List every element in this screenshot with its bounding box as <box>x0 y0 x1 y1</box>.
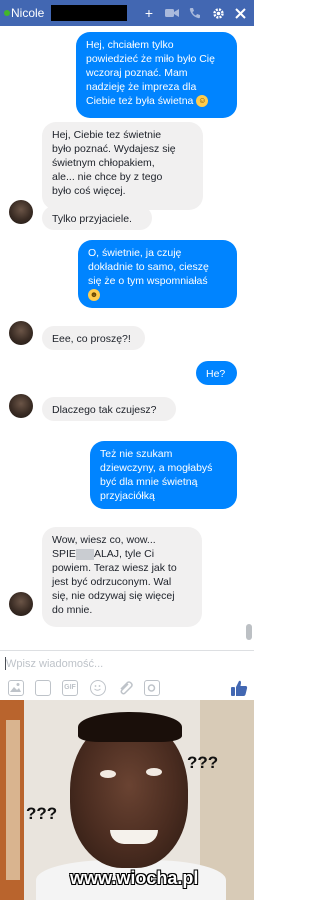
message-input[interactable]: Wpisz wiadomość... <box>6 658 103 670</box>
plus-icon[interactable]: + <box>141 4 157 22</box>
message-bubble-outgoing: Też nie szukam dziewczyny, a mogłabyś by… <box>90 441 237 509</box>
meme-smile <box>110 830 158 844</box>
meme-question-marks-left: ??? <box>26 804 58 823</box>
sticker-icon[interactable] <box>35 680 51 696</box>
message-list[interactable]: Hej, chciałem tylko powiedzieć że miło b… <box>0 26 254 650</box>
smile-emoji-icon: ☺ <box>196 95 209 108</box>
contact-name[interactable]: Nicole <box>11 6 44 20</box>
message-bubble-outgoing: O, świetnie, ja czuję dokładnie to samo,… <box>78 240 237 308</box>
message-input-bar[interactable]: Wpisz wiadomość... <box>0 650 254 678</box>
message-text: Eee, co proszę?! <box>52 333 131 345</box>
thumbs-up-icon[interactable] <box>230 679 248 697</box>
gear-icon[interactable] <box>210 4 226 22</box>
message-text: Dlaczego tak czujesz? <box>52 404 157 416</box>
censored-block <box>75 548 94 560</box>
message-bubble-incoming: Tylko przyjaciele. <box>42 206 152 230</box>
meme-eye <box>100 770 116 778</box>
chat-header: Nicole + <box>0 0 254 26</box>
redacted-surname <box>51 5 127 21</box>
meme-question-marks-right: ??? <box>187 753 219 772</box>
message-bubble-incoming: Dlaczego tak czujesz? <box>42 397 176 421</box>
phone-icon[interactable] <box>187 4 203 22</box>
composer-toolbar: GIF <box>0 678 254 700</box>
video-icon[interactable] <box>164 4 180 22</box>
message-text: Tylko przyjaciele. <box>52 213 132 225</box>
message-text: Też nie szukam dziewczyny, a mogłabyś by… <box>100 448 213 502</box>
message-text: O, świetnie, ja czuję dokładnie to samo,… <box>88 247 209 287</box>
meme-hair <box>78 712 182 742</box>
message-text: Hej, Ciebie tez świetnie było poznać. Wy… <box>52 129 176 197</box>
avatar[interactable] <box>9 394 33 418</box>
gif-icon[interactable]: GIF <box>62 680 78 696</box>
message-bubble-incoming: Wow, wiesz co, wow... SPIE ALAJ, tyle Ci … <box>42 527 202 627</box>
scrollbar-thumb[interactable] <box>246 624 252 640</box>
camera-icon[interactable] <box>144 680 160 696</box>
reaction-meme-image: ??? ??? www.wiocha.pl <box>0 700 254 900</box>
message-bubble-outgoing: Hej, chciałem tylko powiedzieć że miło b… <box>76 32 237 118</box>
photo-icon[interactable] <box>8 680 24 696</box>
watermark: www.wiocha.pl <box>70 868 199 888</box>
close-icon[interactable] <box>232 4 248 22</box>
message-bubble-outgoing: He? <box>196 361 237 385</box>
meme-eye <box>146 768 162 776</box>
avatar[interactable] <box>9 592 33 616</box>
message-bubble-incoming: Hej, Ciebie tez świetnie było poznać. Wy… <box>42 122 203 210</box>
message-text: He? <box>206 368 226 380</box>
attachment-icon[interactable] <box>117 680 133 696</box>
grin-emoji-icon: ☻ <box>88 289 100 302</box>
emoji-icon[interactable] <box>90 680 106 696</box>
avatar[interactable] <box>9 321 33 345</box>
online-status-dot <box>4 10 10 16</box>
message-text: Hej, chciałem tylko powiedzieć że miło b… <box>86 39 215 107</box>
message-bubble-incoming: Eee, co proszę?! <box>42 326 145 350</box>
avatar[interactable] <box>9 200 33 224</box>
meme-door-panel <box>6 720 20 880</box>
